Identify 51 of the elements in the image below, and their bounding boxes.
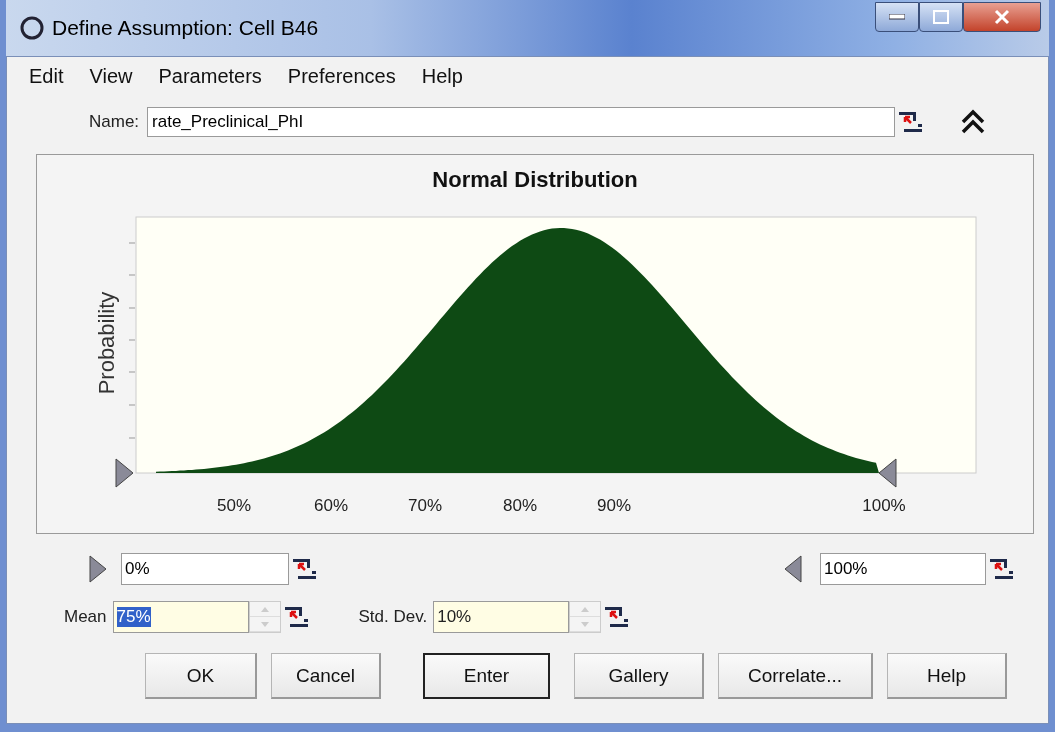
dialog-button[interactable]: OK — [145, 653, 257, 699]
menu-item[interactable]: Edit — [29, 65, 64, 88]
cell-reference-icon — [898, 110, 925, 134]
field-value: 10% — [437, 607, 472, 627]
cell-reference-icon — [604, 605, 631, 629]
dialog-button[interactable]: Correlate... — [718, 653, 873, 699]
field-value: 75% — [116, 607, 151, 627]
dialog-button[interactable]: Gallery — [574, 653, 704, 699]
cell-reference-icon — [283, 605, 310, 629]
menu-item[interactable]: View — [89, 65, 133, 88]
minimize-icon — [889, 14, 905, 20]
down-arrow-icon — [581, 621, 590, 627]
parameter-field[interactable]: 10% — [433, 601, 570, 633]
down-arrow-icon — [260, 621, 269, 627]
name-field[interactable]: rate_Preclinical_PhI — [147, 107, 896, 137]
menu-item[interactable]: Preferences — [287, 65, 396, 88]
minimize-button[interactable] — [875, 2, 919, 32]
menu-item[interactable]: Help — [421, 65, 463, 88]
right-marker-icon[interactable] — [878, 458, 897, 488]
right-triangle-icon[interactable] — [89, 555, 107, 583]
x-tick-label: 80% — [503, 496, 537, 515]
maximize-button[interactable] — [919, 2, 963, 32]
dialog-button[interactable]: Cancel — [271, 653, 381, 699]
chart-title: Normal Distribution — [432, 167, 638, 193]
parameter-label: Mean — [64, 607, 107, 627]
min-field[interactable]: 0% — [121, 553, 289, 585]
dialog-button[interactable]: Help — [887, 653, 1007, 699]
close-icon — [994, 9, 1010, 25]
cell-reference-icon — [989, 557, 1015, 581]
x-tick-label: 70% — [408, 496, 442, 515]
window-title: Define Assumption: Cell B46 — [52, 16, 320, 40]
x-tick-label: 90% — [597, 496, 631, 515]
double-chevron-icon — [960, 109, 987, 135]
up-arrow-icon — [581, 606, 590, 612]
max-field[interactable]: 100% — [820, 553, 986, 585]
x-tick-label: 60% — [314, 496, 348, 515]
y-axis-label: Probability — [94, 291, 119, 395]
left-triangle-icon[interactable] — [784, 555, 802, 583]
close-button[interactable] — [963, 2, 1041, 32]
app-icon — [20, 16, 44, 40]
parameter-field[interactable]: 75% — [112, 601, 249, 633]
x-tick-label: 100% — [862, 496, 906, 515]
x-tick-label: 50% — [217, 496, 251, 515]
dialog-button[interactable]: Enter — [423, 653, 550, 699]
menu-item[interactable]: Parameters — [158, 65, 262, 88]
name-label: Name: — [89, 112, 140, 132]
left-marker-icon[interactable] — [115, 458, 134, 488]
up-arrow-icon — [260, 606, 269, 612]
cell-reference-icon — [292, 557, 318, 581]
parameter-label: Std. Dev. — [358, 607, 428, 627]
maximize-icon — [933, 10, 949, 24]
